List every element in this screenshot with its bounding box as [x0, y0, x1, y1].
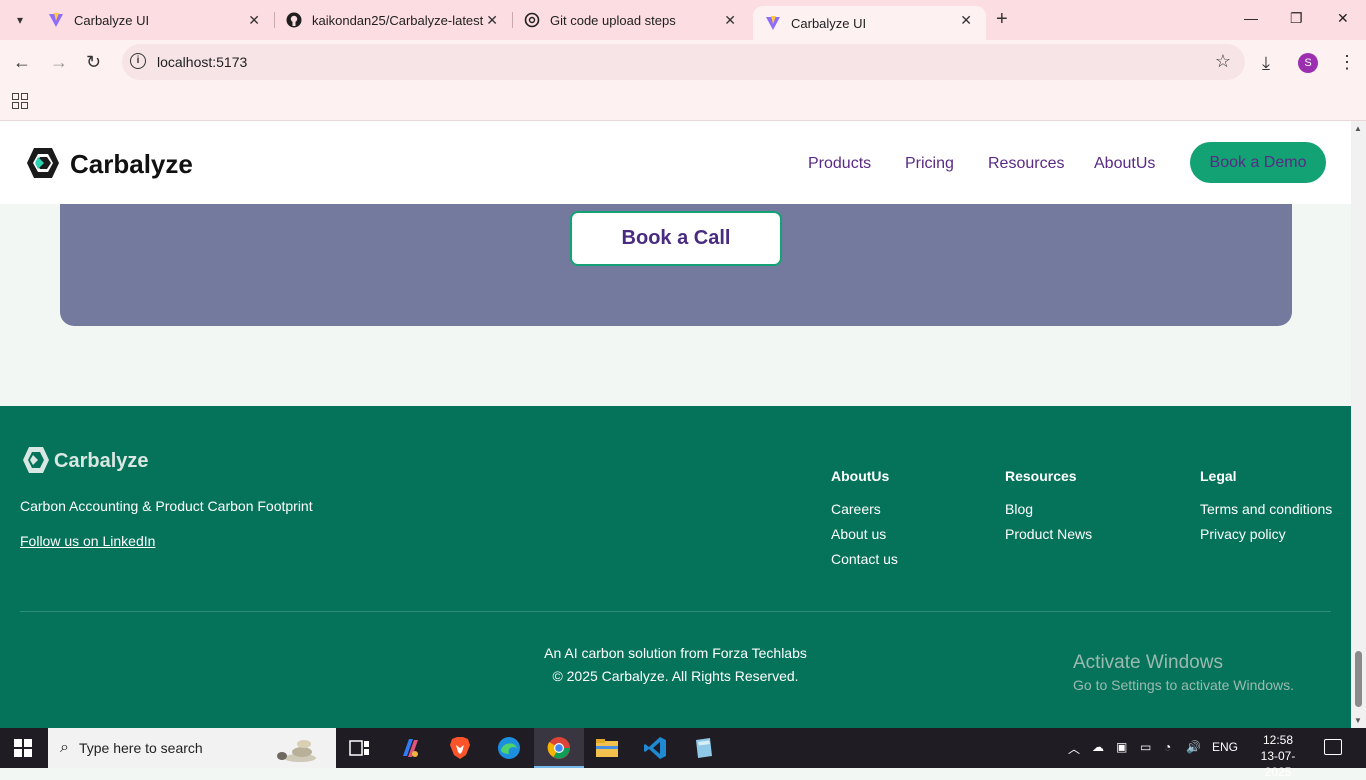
close-tab-icon[interactable]: ✕	[248, 12, 260, 29]
site-info-icon[interactable]: i	[130, 53, 146, 69]
footer-col-title-legal: Legal	[1200, 468, 1237, 484]
book-a-demo-button[interactable]: Book a Demo	[1190, 142, 1326, 183]
footer-logo-icon	[23, 447, 49, 473]
footer-link-blog[interactable]: Blog	[1005, 501, 1033, 517]
bookmarks-bar	[0, 86, 1366, 121]
taskbar-search[interactable]: ⌕ Type here to search	[48, 728, 336, 768]
restore-icon[interactable]: ❐	[1290, 10, 1303, 27]
chatgpt-icon	[524, 12, 540, 28]
vite-favicon-icon	[765, 15, 781, 31]
windows-taskbar: ⌕ Type here to search ︿ ☁ ▣ ▭ ◔ 🔊 ENG 12…	[0, 728, 1366, 779]
scroll-up-arrow-icon[interactable]: ▲	[1354, 124, 1362, 133]
back-arrow-icon[interactable]: ←	[13, 52, 31, 73]
search-placeholder[interactable]: Type here to search	[79, 740, 203, 756]
windows-start-icon[interactable]	[14, 739, 32, 757]
copilot-icon[interactable]	[398, 736, 422, 760]
clock-time: 12:58	[1262, 733, 1294, 747]
close-tab-icon[interactable]: ✕	[724, 12, 736, 29]
browser-tab-strip: ▾ Carbalyze UI ✕ kaikondan25/Carbalyze-l…	[0, 0, 1366, 40]
browser-menu-icon[interactable]: ⋮	[1338, 52, 1356, 73]
footer-link-about-us[interactable]: About us	[831, 526, 886, 542]
tab-search-chevron-icon[interactable]: ▾	[8, 8, 32, 32]
onedrive-warning-icon[interactable]: ☁	[1092, 740, 1104, 754]
tab-title: Carbalyze UI	[74, 12, 150, 28]
footer-link-careers[interactable]: Careers	[831, 501, 881, 517]
search-icon: ⌕	[60, 739, 69, 756]
nav-resources[interactable]: Resources	[988, 155, 1064, 173]
apps-grid-icon[interactable]	[12, 93, 28, 109]
github-icon	[286, 12, 302, 28]
brand-name[interactable]: Carbalyze	[70, 149, 193, 180]
footer-brand: Carbalyze	[54, 450, 149, 472]
download-icon[interactable]: ⤓	[1262, 53, 1270, 74]
carbalyze-logo-icon[interactable]	[26, 147, 60, 179]
vscode-icon[interactable]	[643, 736, 667, 760]
edge-browser-icon[interactable]	[497, 736, 521, 760]
footer-link-terms[interactable]: Terms and conditions	[1200, 501, 1332, 517]
linkedin-link[interactable]: Follow us on LinkedIn	[20, 533, 155, 549]
battery-icon[interactable]: ▭	[1140, 740, 1151, 754]
bookmark-star-icon[interactable]: ☆	[1215, 51, 1231, 72]
footer-link-privacy[interactable]: Privacy policy	[1200, 526, 1286, 542]
nav-aboutus[interactable]: AboutUs	[1094, 155, 1155, 173]
tab-github[interactable]: kaikondan25/Carbalyze-latest ✕	[274, 0, 512, 40]
tab-carbalyze-active[interactable]: Carbalyze UI ✕	[753, 6, 986, 40]
notepad-app-icon[interactable]	[692, 736, 716, 760]
nav-products[interactable]: Products	[808, 155, 871, 173]
scroll-down-arrow-icon[interactable]: ▼	[1354, 716, 1362, 725]
footer-tagline: Carbon Accounting & Product Carbon Footp…	[20, 498, 313, 514]
tab-title: kaikondan25/Carbalyze-latest	[312, 12, 484, 28]
reload-icon[interactable]: ↻	[86, 52, 101, 73]
nav-pricing[interactable]: Pricing	[905, 155, 954, 173]
language-indicator[interactable]: ENG	[1212, 740, 1238, 754]
task-view-icon[interactable]	[348, 736, 372, 760]
site-footer: Carbalyze Carbon Accounting & Product Ca…	[0, 406, 1351, 728]
file-explorer-icon[interactable]	[595, 736, 619, 760]
page-scrollbar[interactable]: ▲ ▼	[1351, 121, 1366, 728]
minimize-icon[interactable]: —	[1244, 10, 1258, 26]
wifi-icon[interactable]: ◔	[1164, 740, 1171, 754]
tab-title: Git code upload steps	[550, 12, 676, 28]
web-page: Book a Call Carbalyze Products Pricing R…	[0, 121, 1351, 728]
activate-windows-title: Activate Windows	[1073, 652, 1223, 673]
tab-git-steps[interactable]: Git code upload steps ✕	[512, 0, 750, 40]
footer-col-title-aboutus: AboutUs	[831, 468, 890, 484]
new-tab-plus-icon[interactable]: +	[996, 8, 1008, 31]
book-a-call-button[interactable]: Book a Call	[570, 211, 782, 266]
close-tab-icon[interactable]: ✕	[960, 12, 972, 29]
chrome-browser-icon[interactable]	[547, 736, 571, 760]
activate-windows-subtitle: Go to Settings to activate Windows.	[1073, 677, 1294, 693]
meet-now-icon[interactable]: ▣	[1116, 740, 1127, 754]
volume-icon[interactable]: 🔊	[1186, 740, 1201, 754]
profile-avatar[interactable]: S	[1298, 53, 1318, 73]
show-hidden-icons-chevron-icon[interactable]: ︿	[1068, 740, 1080, 757]
footer-divider	[20, 611, 1331, 612]
window-close-icon[interactable]: ✕	[1337, 10, 1349, 27]
vite-favicon-icon	[48, 12, 64, 28]
site-header: Carbalyze Products Pricing Resources Abo…	[0, 121, 1351, 204]
forward-arrow-icon[interactable]: →	[50, 52, 68, 73]
close-tab-icon[interactable]: ✕	[486, 12, 498, 29]
browser-toolbar: ← → ↻ i localhost:5173 ☆ ⤓ S ⋮	[0, 40, 1366, 86]
search-highlight-stones-icon	[277, 740, 316, 762]
footer-col-title-resources: Resources	[1005, 468, 1077, 484]
brave-browser-icon[interactable]	[448, 736, 472, 760]
clock-date: 13-07-2025	[1260, 749, 1296, 779]
notification-center-icon[interactable]	[1324, 739, 1342, 755]
system-clock[interactable]: 12:58 13-07-2025	[1252, 732, 1304, 780]
url-text[interactable]: localhost:5173	[157, 54, 247, 70]
footer-link-product-news[interactable]: Product News	[1005, 526, 1092, 542]
tab-title: Carbalyze UI	[791, 15, 867, 31]
address-bar[interactable]: i localhost:5173 ☆	[122, 44, 1245, 80]
tab-carbalyze-1[interactable]: Carbalyze UI ✕	[36, 0, 274, 40]
scroll-thumb[interactable]	[1355, 651, 1362, 707]
footer-link-contact-us[interactable]: Contact us	[831, 551, 898, 567]
